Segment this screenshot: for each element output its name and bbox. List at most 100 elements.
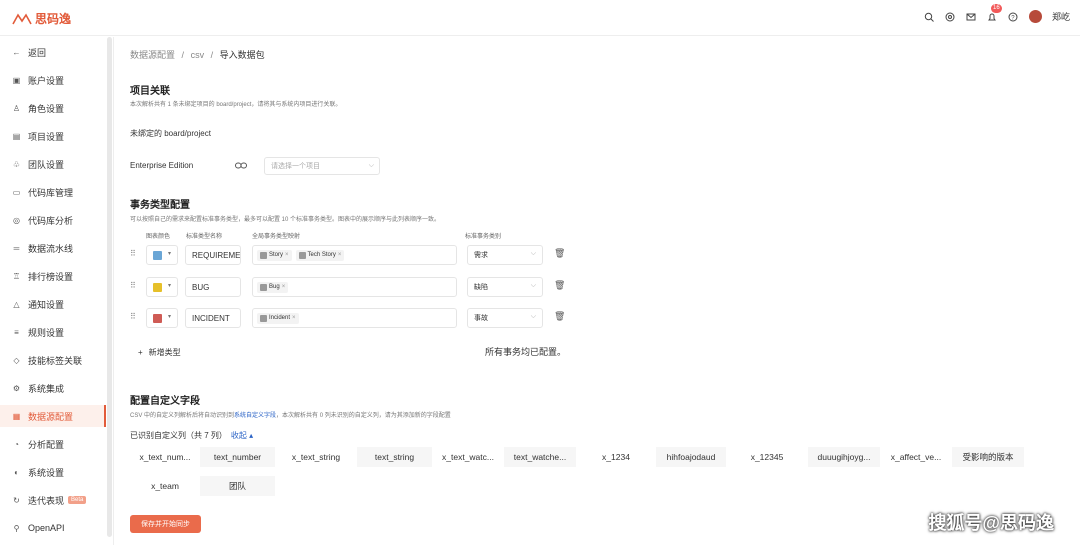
trash-icon[interactable]: 🗑 (554, 248, 565, 259)
tag-label: Story (269, 252, 284, 258)
avatar[interactable] (1028, 10, 1042, 23)
trash-icon[interactable]: 🗑 (554, 311, 565, 322)
field-key: x_text_num... (139, 452, 191, 462)
color-picker[interactable]: ▾ (146, 245, 178, 265)
tag-label: Bug (269, 284, 280, 290)
save-and-sync-button[interactable]: 保存并开始同步 (130, 515, 201, 533)
sidebar-item-account[interactable]: ▣ 账户设置 (0, 69, 106, 91)
field-value[interactable]: 受影响的版本 (952, 447, 1024, 467)
breadcrumb-sep: / (210, 50, 214, 60)
chevron-down-icon: ⌵ (368, 162, 374, 169)
bell-icon[interactable]: 16 (987, 4, 1002, 22)
sidebar-item-pipeline[interactable]: ═ 数据流水线 (0, 237, 106, 259)
sidebar-item-label: 账户设置 (28, 75, 65, 86)
collapse-link[interactable]: 收起 ▴ (231, 431, 253, 440)
user-icon: ♙ (12, 103, 21, 113)
custom-fields-desc: CSV 中的自定义列解析后将自动识别到系统自定义字段，本次解析共有 0 列未识别… (130, 410, 451, 419)
sidebar-item-openapi[interactable]: ⚲ OpenAPI (0, 517, 106, 539)
drag-handle-icon[interactable]: ⠿ (130, 312, 136, 321)
drag-handle-icon[interactable]: ⠿ (130, 249, 136, 258)
field-key: x_text_watc... (442, 452, 494, 462)
sidebar-item-back[interactable]: ← 返回 (0, 41, 106, 63)
sidebar-item-leaderboard[interactable]: ♖ 排行榜设置 (0, 265, 106, 287)
mapping-select[interactable]: Story × Tech Story × (252, 245, 457, 265)
sidebar-item-iteration[interactable]: ↻ 迭代表现 Beta (0, 489, 106, 511)
sidebar-item-label: 角色设置 (28, 103, 65, 114)
logo[interactable]: 思码逸 (12, 10, 71, 27)
sidebar-item-projects[interactable]: ▤ 项目设置 (0, 125, 106, 147)
beta-badge: Beta (68, 496, 87, 504)
logo-icon (12, 12, 32, 24)
field-value[interactable]: text_number (200, 447, 275, 467)
breadcrumb-item[interactable]: 数据源配置 (130, 50, 175, 60)
sidebar-scrollbar[interactable] (107, 37, 112, 537)
mail-icon[interactable] (966, 11, 977, 22)
trash-icon[interactable]: 🗑 (554, 280, 565, 291)
standard-type-value: 事故 (474, 315, 488, 322)
col-mapping-header: 全局事务类型映射 (252, 234, 301, 240)
desc-suffix: ，本次解析共有 0 列未识别的自定义列，请为其添加新的字段配置 (276, 413, 451, 419)
account-icon: ▣ (12, 75, 21, 85)
sidebar: ← 返回 ▣ 账户设置 ♙ 角色设置 ▤ 项目设置 ♧ 团队设置 ▭ 代码库管理 ◎ 代码库分… (0, 37, 114, 545)
close-icon[interactable]: × (338, 252, 342, 258)
add-type-button[interactable]: + 新增类型 (138, 347, 181, 358)
project-section-desc: 本次解析共有 1 条未绑定项目的 board/project，请将其与系统内项目… (130, 102, 342, 108)
field-value[interactable]: text_watche... (504, 447, 576, 467)
sidebar-item-rules[interactable]: ≡ 规则设置 (0, 321, 106, 343)
sidebar-item-skill-tags[interactable]: ◇ 技能标签关联 (0, 349, 106, 371)
type-name-input[interactable]: INCIDENT (185, 308, 241, 328)
close-icon[interactable]: × (285, 252, 289, 258)
breadcrumb-sep: / (181, 50, 185, 60)
breadcrumb-current: 导入数据包 (219, 50, 265, 60)
collapse-label: 收起 (230, 431, 247, 440)
type-name-input[interactable]: REQUIREMENT (185, 245, 241, 265)
sidebar-item-label: 数据流水线 (28, 243, 74, 254)
standard-type-select[interactable]: 事故 ⌵ (467, 308, 543, 328)
field-value[interactable]: duuugihjoyg... (808, 447, 880, 467)
color-picker[interactable]: ▾ (146, 308, 178, 328)
type-name-input[interactable]: BUG (185, 277, 241, 297)
sidebar-item-datasource[interactable]: ▦ 数据源配置 (0, 405, 106, 427)
field-value[interactable]: 团队 (200, 476, 275, 496)
mapping-select[interactable]: Bug × (252, 277, 457, 297)
question-icon[interactable]: ? (1008, 11, 1019, 22)
field-key: x_12345 (750, 452, 784, 462)
sidebar-item-notification[interactable]: △ 通知设置 (0, 293, 106, 315)
select-placeholder: 请选择一个项目 (271, 163, 320, 170)
system-fields-link[interactable]: 系统自定义字段 (234, 413, 276, 419)
issue-type-icon (260, 314, 267, 322)
standard-type-select[interactable]: 缺陷 ⌵ (467, 277, 543, 297)
chevron-down-icon: ▾ (168, 314, 172, 320)
issue-type-icon (298, 251, 306, 259)
help-circle-icon[interactable] (945, 11, 956, 22)
sidebar-item-analysis-config[interactable]: ◔ 分析配置 (0, 433, 106, 455)
sidebar-item-repo-analysis[interactable]: ◎ 代码库分析 (0, 209, 106, 231)
edition-label: Enterprise Edition (130, 161, 194, 170)
project-section-title: 项目关联 (130, 86, 170, 97)
standard-type-select[interactable]: 需求 ⌵ (467, 245, 543, 265)
sidebar-item-teams[interactable]: ♧ 团队设置 (0, 153, 106, 175)
add-type-label: 新增类型 (148, 348, 181, 357)
close-icon[interactable]: × (282, 284, 286, 290)
user-name[interactable]: 郑屹 (1052, 10, 1070, 23)
sidebar-item-roles[interactable]: ♙ 角色设置 (0, 97, 106, 119)
drag-handle-icon[interactable]: ⠿ (130, 281, 136, 290)
sidebar-item-system[interactable]: ◐ 系统设置 (0, 461, 106, 483)
field-key: x_team (151, 481, 179, 491)
tag-label: Tech Story (307, 252, 336, 258)
close-icon[interactable]: × (292, 315, 296, 321)
bell-icon: △ (13, 299, 20, 309)
chevron-down-icon: ▾ (168, 251, 172, 257)
integration-icon: ⚙ (12, 383, 21, 393)
field-value[interactable]: hihfoajodaud (656, 447, 726, 467)
project-select[interactable]: 请选择一个项目 ⌵ (264, 157, 380, 175)
sidebar-item-integration[interactable]: ⚙ 系统集成 (0, 377, 106, 399)
col-name-header: 标准类型名称 (186, 234, 223, 240)
color-picker[interactable]: ▾ (146, 277, 178, 297)
sidebar-item-repo-manage[interactable]: ▭ 代码库管理 (0, 181, 106, 203)
breadcrumb-item[interactable]: csv (191, 50, 205, 60)
issue-types-desc: 可以按照自己的需求来配置标准事务类型，最多可以配置 10 个标准事务类型。图表中… (130, 217, 441, 223)
mapping-select[interactable]: Incident × (252, 308, 457, 328)
field-value[interactable]: text_string (357, 447, 432, 467)
zoom-icon[interactable] (924, 11, 935, 22)
